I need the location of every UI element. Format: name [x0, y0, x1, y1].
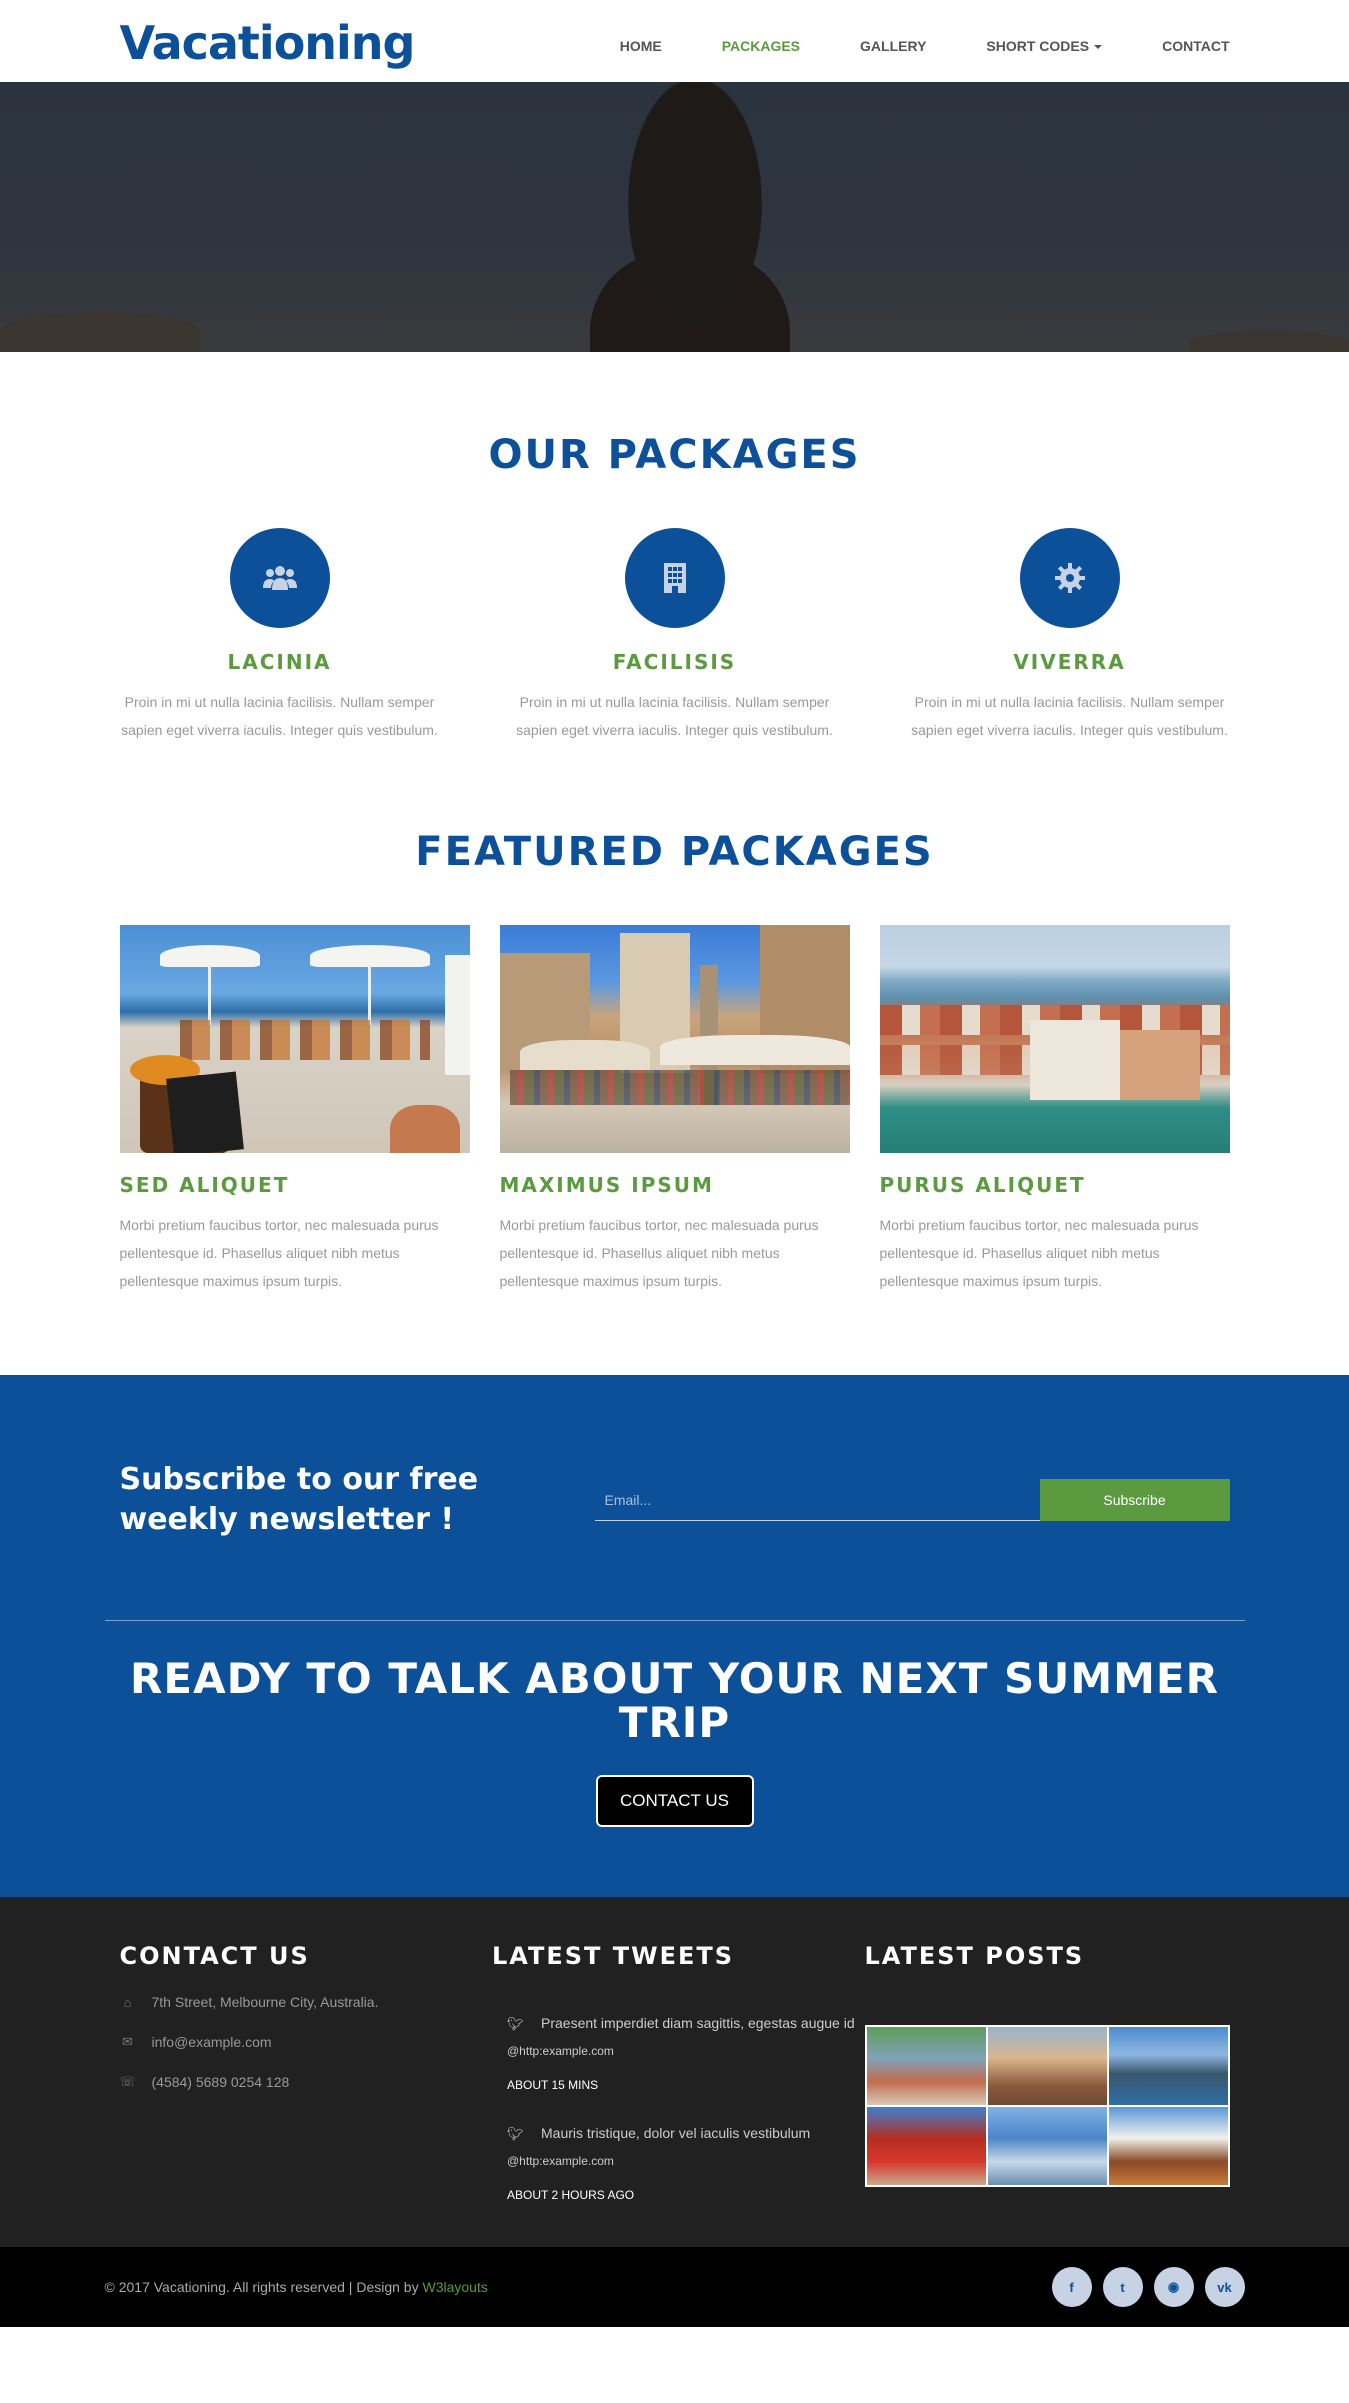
package-card: LACINIA Proin in mi ut nulla lacinia fac… — [105, 528, 455, 744]
nav-packages[interactable]: PACKAGES — [722, 38, 800, 54]
tweet-time: ABOUT 15 MINS — [507, 2078, 599, 2092]
featured-title: FEATURED PACKAGES — [415, 829, 934, 875]
featured-image-old-town[interactable] — [499, 925, 850, 1153]
featured-card: PURUS ALIQUET Morbi pretium faucibus tor… — [879, 925, 1230, 1295]
package-text: Proin in mi ut nulla lacinia facilisis. … — [121, 694, 438, 738]
featured-packages-section: FEATURED PACKAGES SED ALIQUET Morbi pret… — [0, 794, 1349, 1375]
package-title: LACINIA — [227, 650, 332, 674]
package-text: Proin in mi ut nulla lacinia facilisis. … — [516, 694, 833, 738]
footer-posts: LATEST POSTS — [864, 1942, 1230, 2202]
our-packages-section: OUR PACKAGES LACINIA Proin in mi ut null… — [0, 352, 1349, 794]
site-logo[interactable]: Vacationing — [120, 16, 416, 70]
gear-icon — [1019, 528, 1120, 628]
contact-address: ⌂ 7th Street, Melbourne City, Australia. — [120, 1994, 485, 2010]
package-card: VIVERRA Proin in mi ut nulla lacinia fac… — [895, 528, 1245, 744]
package-title: FACILISIS — [612, 650, 737, 674]
latest-posts-grid — [864, 2025, 1230, 2187]
copyright-label: © 2017 Vacationing. All rights reserved … — [104, 2279, 423, 2295]
footer-posts-title: LATEST POSTS — [864, 1942, 1085, 1970]
tweet-item: 🐦︎ Mauris tristique, dolor vel iaculis ve… — [492, 2120, 857, 2202]
subscribe-button[interactable]: Subscribe — [1039, 1479, 1230, 1521]
caret-down-icon — [1094, 45, 1103, 50]
twitter-icon: 🐦︎ — [507, 2016, 524, 2031]
site-header: Vacationing HOME PACKAGES GALLERY SHORT … — [0, 0, 1349, 82]
nav-contact[interactable]: CONTACT — [1162, 38, 1229, 54]
tweet-handle[interactable]: @http:example.com — [507, 2154, 614, 2168]
featured-image-venice[interactable] — [879, 925, 1230, 1153]
newsletter-section: Subscribe to our free weekly newsletter … — [0, 1375, 1349, 1897]
rss-icon[interactable]: ◉ — [1153, 2267, 1194, 2307]
package-title: VIVERRA — [1013, 650, 1126, 674]
users-icon — [229, 528, 330, 628]
contact-phone: ☏ (4584) 5689 0254 128 — [120, 2074, 485, 2090]
twitter-icon: 🐦︎ — [507, 2126, 524, 2141]
footer-tweets-title: LATEST TWEETS — [492, 1942, 735, 1970]
facebook-icon[interactable]: f — [1051, 2267, 1092, 2307]
cta-title: READY TO TALK ABOUT YOUR NEXT SUMMER TRI… — [130, 1654, 1219, 1747]
post-thumbnail[interactable] — [987, 2107, 1107, 2185]
nav-short-codes[interactable]: SHORT CODES — [986, 38, 1103, 54]
tweet-item: 🐦︎ Praesent imperdiet diam sagittis, eges… — [492, 2010, 857, 2092]
featured-card-text: Morbi pretium faucibus tortor, nec males… — [499, 1217, 819, 1289]
main-nav: HOME PACKAGES GALLERY SHORT CODES CONTAC… — [560, 38, 1230, 54]
phone-icon: ☏ — [119, 2074, 136, 2089]
designer-link[interactable]: W3layouts — [422, 2279, 487, 2295]
footer-contact-title: CONTACT US — [119, 1942, 310, 1970]
post-thumbnail[interactable] — [866, 2027, 986, 2105]
footer-contact: CONTACT US ⌂ 7th Street, Melbourne City,… — [120, 1942, 485, 2202]
email-text[interactable]: info@example.com — [152, 2034, 272, 2050]
email-input[interactable] — [594, 1479, 1040, 1521]
post-thumbnail[interactable] — [1108, 2027, 1228, 2105]
package-text: Proin in mi ut nulla lacinia facilisis. … — [911, 694, 1228, 738]
featured-card: SED ALIQUET Morbi pretium faucibus torto… — [119, 925, 470, 1295]
post-thumbnail[interactable] — [987, 2027, 1107, 2105]
address-text: 7th Street, Melbourne City, Australia. — [151, 1994, 379, 2010]
post-thumbnail[interactable] — [866, 2107, 986, 2185]
nav-short-codes-label: SHORT CODES — [986, 38, 1090, 54]
featured-card-title[interactable]: MAXIMUS IPSUM — [500, 1173, 850, 1197]
tweet-time: ABOUT 2 HOURS AGO — [507, 2188, 635, 2202]
phone-text: (4584) 5689 0254 128 — [151, 2074, 290, 2090]
packages-title: OUR PACKAGES — [488, 432, 861, 478]
newsletter-text: Subscribe to our free weekly newsletter … — [119, 1462, 479, 1537]
hero-rock-right — [1189, 332, 1349, 352]
post-thumbnail[interactable] — [1108, 2107, 1228, 2185]
contact-us-button[interactable]: CONTACT US — [595, 1775, 754, 1827]
site-footer: CONTACT US ⌂ 7th Street, Melbourne City,… — [0, 1897, 1349, 2247]
tweet-text: Praesent imperdiet diam sagittis, egesta… — [541, 2015, 855, 2031]
building-icon — [624, 528, 725, 628]
featured-image-cafe[interactable] — [119, 925, 470, 1153]
copyright-bar: © 2017 Vacationing. All rights reserved … — [0, 2247, 1349, 2327]
featured-card-title[interactable]: PURUS ALIQUET — [880, 1173, 1230, 1197]
featured-card-text: Morbi pretium faucibus tortor, nec males… — [119, 1217, 439, 1289]
nav-gallery[interactable]: GALLERY — [860, 38, 926, 54]
copyright-text: © 2017 Vacationing. All rights reserved … — [105, 2279, 488, 2295]
contact-email: ✉ info@example.com — [120, 2034, 485, 2050]
envelope-icon: ✉ — [122, 2034, 133, 2049]
nav-home[interactable]: HOME — [620, 38, 662, 54]
twitter-icon[interactable]: t — [1102, 2267, 1143, 2307]
newsletter-form: Subscribe — [594, 1479, 1230, 1521]
footer-tweets: LATEST TWEETS 🐦︎ Praesent imperdiet diam … — [492, 1942, 857, 2202]
tweet-handle[interactable]: @http:example.com — [507, 2044, 614, 2058]
home-icon: ⌂ — [123, 1994, 132, 2010]
tweet-text: Mauris tristique, dolor vel iaculis vest… — [541, 2125, 811, 2141]
section-divider — [104, 1620, 1245, 1621]
featured-card: MAXIMUS IPSUM Morbi pretium faucibus tor… — [499, 925, 850, 1295]
package-card: FACILISIS Proin in mi ut nulla lacinia f… — [500, 528, 850, 744]
featured-card-title[interactable]: SED ALIQUET — [120, 1173, 470, 1197]
social-links: f t ◉ vk — [1041, 2267, 1245, 2307]
hero-banner — [0, 82, 1349, 352]
hero-rock-left — [0, 312, 200, 352]
vk-icon[interactable]: vk — [1204, 2267, 1245, 2307]
hero-person-head — [605, 82, 785, 352]
featured-card-text: Morbi pretium faucibus tortor, nec males… — [879, 1217, 1199, 1289]
